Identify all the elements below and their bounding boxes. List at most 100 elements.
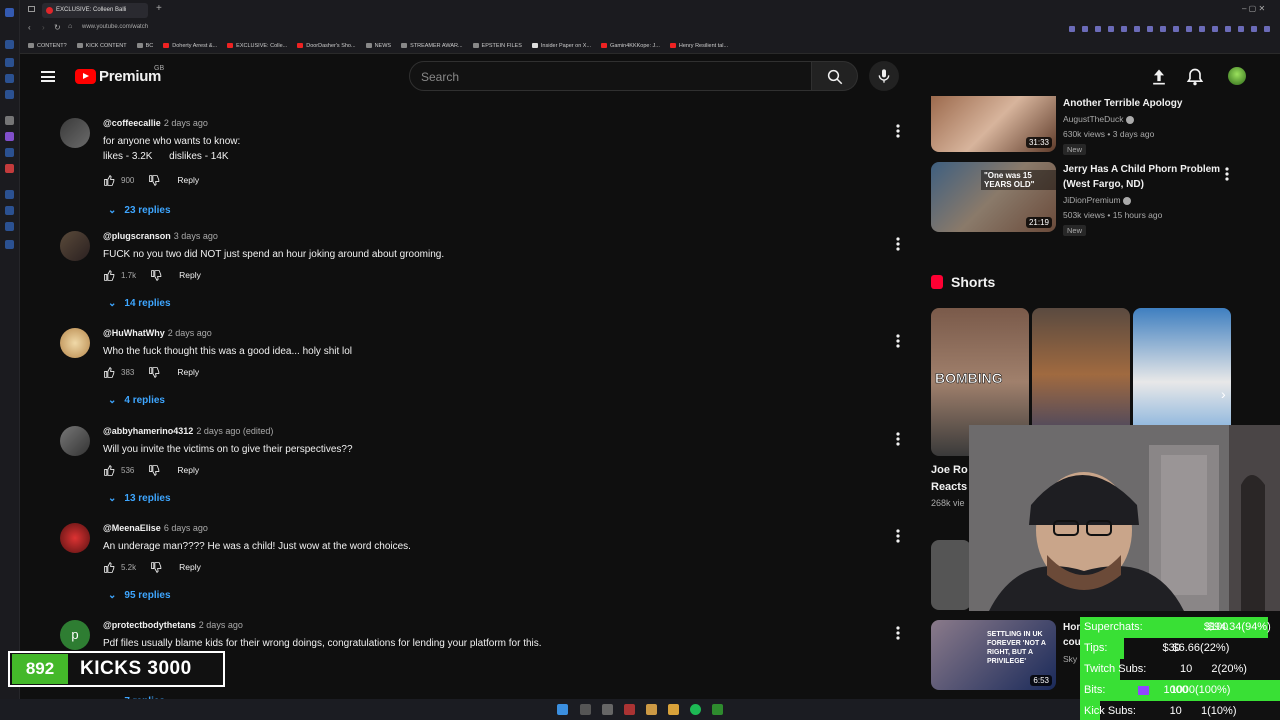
video-thumbnail[interactable]: SETTLING IN UK FOREVER 'NOT A RIGHT, BUT… (931, 620, 1056, 690)
video-title[interactable]: Another Terrible Apology (1063, 96, 1223, 111)
browser-menu-icon[interactable] (5, 8, 14, 17)
spotify-icon[interactable] (690, 704, 701, 715)
more-options-icon[interactable] (894, 431, 902, 447)
short-title[interactable]: Joe Ro Reacts (931, 462, 968, 496)
sidebar-app-icon[interactable] (5, 206, 14, 215)
bookmark-item[interactable]: Henry Resilient tal... (669, 43, 728, 49)
sidebar-app-icon[interactable] (5, 58, 14, 67)
extension-icon[interactable] (1264, 26, 1270, 32)
new-tab-icon[interactable]: + (156, 3, 162, 14)
account-avatar[interactable] (1228, 67, 1246, 85)
sidebar-app-icon[interactable] (5, 90, 14, 99)
voice-search-button[interactable] (869, 61, 899, 91)
video-thumbnail[interactable] (931, 540, 971, 610)
sidebar-app-icon[interactable] (5, 132, 14, 141)
home-icon[interactable]: ⌂ (68, 23, 72, 30)
sidebar-app-icon[interactable] (5, 164, 14, 173)
reply-button[interactable]: Reply (179, 270, 201, 280)
extension-icon[interactable] (1225, 26, 1231, 32)
comment-avatar[interactable] (60, 426, 90, 456)
task-view-icon[interactable] (602, 704, 613, 715)
bookmark-item[interactable]: Gamin4KKKope: J... (601, 43, 660, 49)
url-field[interactable]: www.youtube.com/watch (82, 24, 148, 30)
view-replies-button[interactable]: ⌄ 13 replies (108, 493, 171, 504)
extension-icon[interactable] (1251, 26, 1257, 32)
extension-icon[interactable] (1173, 26, 1179, 32)
video-channel[interactable]: AugustTheDuck (1063, 112, 1134, 127)
dislike-icon[interactable] (148, 366, 161, 379)
comment-author[interactable]: @MeenaElise 6 days ago (103, 523, 208, 533)
back-icon[interactable]: ‹ (28, 23, 31, 32)
tab-active[interactable]: EXCLUSIVE: Colleen Balli (42, 3, 148, 18)
sidebar-app-icon[interactable] (5, 240, 14, 249)
window-controls[interactable]: – ▢ ✕ (1242, 4, 1265, 13)
more-options-icon[interactable] (894, 123, 902, 139)
comment-avatar[interactable]: p (60, 620, 90, 650)
extension-icon[interactable] (1108, 26, 1114, 32)
dislike-icon[interactable] (148, 174, 161, 187)
search-button[interactable] (812, 61, 858, 91)
taskbar-app-icon[interactable] (624, 704, 635, 715)
sidebar-app-icon[interactable] (5, 40, 14, 49)
comment-avatar[interactable] (60, 118, 90, 148)
sidebar-app-icon[interactable] (5, 116, 14, 125)
dislike-icon[interactable] (150, 561, 163, 574)
more-options-icon[interactable] (894, 625, 902, 641)
comment-author[interactable]: @plugscranson 3 days ago (103, 231, 218, 241)
comment-author[interactable]: @coffeecallie 2 days ago (103, 118, 208, 128)
view-replies-button[interactable]: ⌄ 95 replies (108, 590, 171, 601)
extension-icon[interactable] (1212, 26, 1218, 32)
reply-button[interactable]: Reply (177, 367, 199, 377)
tab-list-icon[interactable] (28, 6, 35, 12)
zoom-icon[interactable] (1069, 26, 1075, 32)
sidebar-app-icon[interactable] (5, 74, 14, 83)
video-title[interactable]: Jerry Has A Child Phorn Problem (West Fa… (1063, 162, 1223, 192)
dislike-icon[interactable] (148, 464, 161, 477)
video-thumbnail[interactable]: 31:33 (931, 96, 1056, 152)
reply-button[interactable]: Reply (177, 175, 199, 185)
sidebar-app-icon[interactable] (5, 222, 14, 231)
view-replies-button[interactable]: ⌄ 23 replies (108, 205, 171, 216)
youtube-premium-logo[interactable]: Premium (75, 68, 161, 85)
forward-icon[interactable]: › (42, 23, 45, 32)
extension-icon[interactable] (1147, 26, 1153, 32)
comment-avatar[interactable] (60, 231, 90, 261)
xbox-icon[interactable] (712, 704, 723, 715)
comment-author[interactable]: @HuWhatWhy 2 days ago (103, 328, 212, 338)
extension-icon[interactable] (1134, 26, 1140, 32)
more-options-icon[interactable] (894, 528, 902, 544)
extension-icon[interactable] (1095, 26, 1101, 32)
reply-button[interactable]: Reply (177, 465, 199, 475)
like-icon[interactable] (103, 561, 116, 574)
search-icon[interactable] (580, 704, 591, 715)
bookmark-item[interactable]: STREAMER AWAR... (401, 43, 463, 49)
bookmark-item[interactable]: EPSTEIN FILES (472, 43, 522, 49)
bookmark-item[interactable]: KICK CONTENT (76, 43, 127, 49)
like-icon[interactable] (103, 464, 116, 477)
video-channel[interactable]: JiDionPremium (1063, 193, 1131, 208)
bookmark-item[interactable]: NEWS (365, 43, 391, 49)
extension-icon[interactable] (1082, 26, 1088, 32)
bookmark-item[interactable]: Doherty Arrest &... (163, 43, 217, 49)
extension-icon[interactable] (1186, 26, 1192, 32)
bookmark-item[interactable]: DoorDasher's Sho... (297, 43, 356, 49)
browser-app-icon[interactable] (646, 704, 657, 715)
more-options-icon[interactable] (894, 236, 902, 252)
reload-icon[interactable]: ↻ (54, 23, 61, 32)
file-explorer-icon[interactable] (668, 704, 679, 715)
comment-avatar[interactable] (60, 328, 90, 358)
comment-author[interactable]: @protectbodythetans 2 days ago (103, 620, 243, 630)
like-icon[interactable] (103, 269, 116, 282)
extension-icon[interactable] (1199, 26, 1205, 32)
video-thumbnail[interactable]: "One was 15 YEARS OLD" 21:19 (931, 162, 1056, 232)
comment-avatar[interactable] (60, 523, 90, 553)
like-icon[interactable] (103, 366, 116, 379)
view-replies-button[interactable]: ⌄ 14 replies (108, 298, 171, 309)
bookmark-item[interactable]: EXCLUSIVE: Colle... (227, 43, 287, 49)
view-replies-button[interactable]: ⌄ 4 replies (108, 395, 165, 406)
more-options-icon[interactable] (894, 333, 902, 349)
extension-icon[interactable] (1238, 26, 1244, 32)
upload-icon[interactable] (1149, 67, 1169, 87)
menu-icon[interactable] (41, 71, 55, 82)
sidebar-app-icon[interactable] (5, 190, 14, 199)
